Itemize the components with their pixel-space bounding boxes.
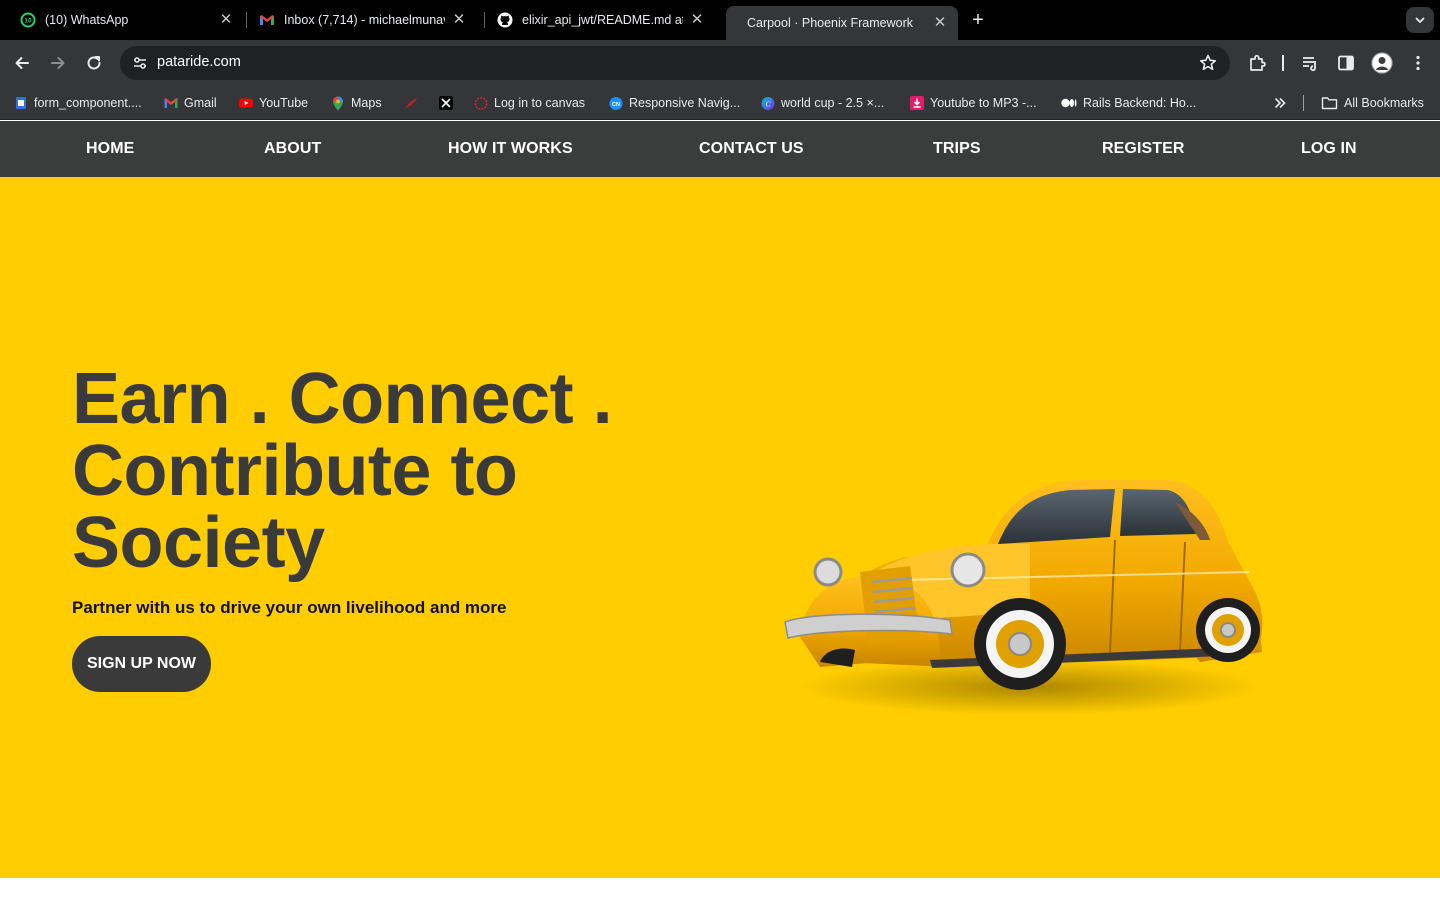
bookmark-rails-backend[interactable]: Rails Backend: Ho...: [1061, 94, 1196, 112]
double-chevron-right-icon: [1275, 98, 1286, 108]
bookmark-feather[interactable]: [404, 94, 424, 112]
hero-heading: Earn . Connect . Contribute to Society: [72, 363, 712, 579]
hero-subheading: Partner with us to drive your own liveli…: [72, 598, 507, 617]
address-bar[interactable]: pataride.com: [120, 46, 1230, 80]
side-panel-icon: [1338, 55, 1354, 71]
browser-tab-strip: 10 (10) WhatsApp ✕ Inbox (7,714) - micha…: [0, 0, 1440, 40]
reload-icon: [87, 56, 101, 70]
code-file-icon: [14, 96, 28, 110]
url-text[interactable]: pataride.com: [157, 54, 241, 70]
nav-log-in[interactable]: LOG IN: [1301, 121, 1357, 177]
reload-button[interactable]: [82, 51, 106, 75]
x-logo-icon: [439, 96, 453, 110]
nav-how-it-works[interactable]: HOW IT WORKS: [448, 121, 573, 177]
bookmark-label: world cup - 2.5 ×...: [781, 96, 885, 110]
close-icon[interactable]: ✕: [451, 12, 467, 28]
hero-heading-line-3: Society: [72, 503, 325, 583]
bookmark-youtube-mp3[interactable]: Youtube to MP3 -...: [910, 94, 1037, 112]
canva-icon: C: [761, 96, 775, 110]
nav-about[interactable]: ABOUT: [264, 121, 321, 177]
nav-home[interactable]: HOME: [86, 121, 134, 177]
hero-section: Earn . Connect . Contribute to Society P…: [0, 177, 1440, 878]
sign-up-now-button[interactable]: SIGN UP NOW: [72, 636, 211, 692]
close-icon[interactable]: ✕: [218, 12, 234, 28]
bookmark-label: form_component....: [34, 96, 142, 110]
more-bookmarks-button[interactable]: [1273, 94, 1287, 112]
bookmark-youtube[interactable]: YouTube: [239, 94, 308, 112]
bookmark-label: Log in to canvas: [494, 96, 586, 110]
svg-text:CN: CN: [612, 101, 620, 107]
site-navbar: HOME ABOUT HOW IT WORKS CONTACT US TRIPS…: [0, 121, 1440, 177]
bookmark-label: Gmail: [184, 96, 217, 110]
tab-title: (10) WhatsApp: [45, 13, 129, 27]
tab-title: elixir_api_jwt/README.md at: [522, 13, 683, 27]
medium-icon: [1061, 96, 1077, 110]
forward-button[interactable]: [46, 51, 70, 75]
all-bookmarks-label: All Bookmarks: [1344, 96, 1424, 110]
bookmarks-separator: [1303, 95, 1304, 111]
back-button[interactable]: [10, 51, 34, 75]
bookmark-gmail[interactable]: Gmail: [164, 94, 217, 112]
chevron-down-icon: [1415, 17, 1425, 24]
site-settings-icon[interactable]: [128, 51, 152, 75]
media-queue-icon: [1303, 57, 1316, 72]
all-bookmarks-button[interactable]: All Bookmarks: [1320, 94, 1424, 112]
tab-gmail[interactable]: Inbox (7,714) - michaelmunavu ✕: [247, 6, 477, 34]
new-tab-button[interactable]: +: [966, 8, 990, 32]
page-below-hero: [0, 878, 1440, 900]
vintage-yellow-car-image: [784, 480, 1263, 715]
nav-trips[interactable]: TRIPS: [933, 121, 981, 177]
arrow-left-icon: [15, 57, 29, 69]
bookmark-world-cup[interactable]: C world cup - 2.5 ×...: [761, 94, 884, 112]
nav-register[interactable]: REGISTER: [1102, 121, 1185, 177]
arrow-right-icon: [51, 57, 65, 69]
bookmark-label: Responsive Navig...: [629, 96, 741, 110]
folder-icon: [1320, 96, 1338, 110]
tab-title: Carpool · Phoenix Framework: [746, 16, 914, 30]
side-panel-button[interactable]: [1334, 51, 1358, 75]
kebab-menu-icon: [1416, 55, 1420, 71]
media-controls-button[interactable]: [1298, 51, 1322, 75]
hero-heading-line-1: Earn . Connect .: [72, 359, 613, 439]
github-icon: [497, 12, 513, 28]
avatar-icon: [1371, 52, 1393, 74]
extensions-button[interactable]: [1245, 51, 1269, 75]
profile-avatar[interactable]: [1370, 51, 1394, 75]
gmail-icon: [260, 15, 274, 25]
close-icon[interactable]: ✕: [689, 12, 705, 28]
bookmark-label: Youtube to MP3 -...: [930, 96, 1037, 110]
bookmark-label: Maps: [351, 96, 382, 110]
toolbar-separator: [1282, 55, 1284, 71]
bookmark-responsive-nav[interactable]: CN Responsive Navig...: [609, 94, 740, 112]
bookmark-canvas[interactable]: Log in to canvas: [474, 94, 585, 112]
whatsapp-icon: 10: [20, 12, 36, 28]
red-feather-icon: [404, 96, 418, 110]
tab-whatsapp[interactable]: 10 (10) WhatsApp ✕: [8, 6, 244, 34]
nav-contact-us[interactable]: CONTACT US: [699, 121, 804, 177]
canvas-icon: [474, 96, 488, 110]
browser-toolbar: pataride.com: [0, 40, 1440, 86]
bookmark-label: Rails Backend: Ho...: [1083, 96, 1197, 110]
svg-text:10: 10: [24, 18, 32, 25]
tab-carpool[interactable]: Carpool · Phoenix Framework ✕: [726, 6, 958, 40]
bookmark-form-component[interactable]: form_component....: [14, 94, 142, 112]
tab-search-button[interactable]: [1406, 7, 1434, 33]
codepen-blue-icon: CN: [609, 96, 623, 110]
tab-title: Inbox (7,714) - michaelmunavu: [284, 13, 445, 27]
youtube-icon: [239, 96, 253, 110]
tab-github[interactable]: elixir_api_jwt/README.md at ✕: [485, 6, 715, 34]
bookmarks-bar: form_component.... Gmail YouTube Maps Lo…: [0, 86, 1440, 120]
bookmark-maps[interactable]: Maps: [331, 94, 382, 112]
hero-heading-line-2: Contribute to: [72, 431, 518, 511]
puzzle-icon: [1250, 54, 1266, 71]
bookmark-x[interactable]: [439, 94, 459, 112]
gmail-icon: [164, 96, 178, 110]
download-pink-icon: [910, 96, 924, 110]
maps-pin-icon: [331, 96, 345, 110]
bookmark-star-icon[interactable]: [1198, 53, 1218, 73]
browser-menu-button[interactable]: [1406, 51, 1430, 75]
bookmark-label: YouTube: [259, 96, 309, 110]
close-icon[interactable]: ✕: [932, 15, 948, 31]
